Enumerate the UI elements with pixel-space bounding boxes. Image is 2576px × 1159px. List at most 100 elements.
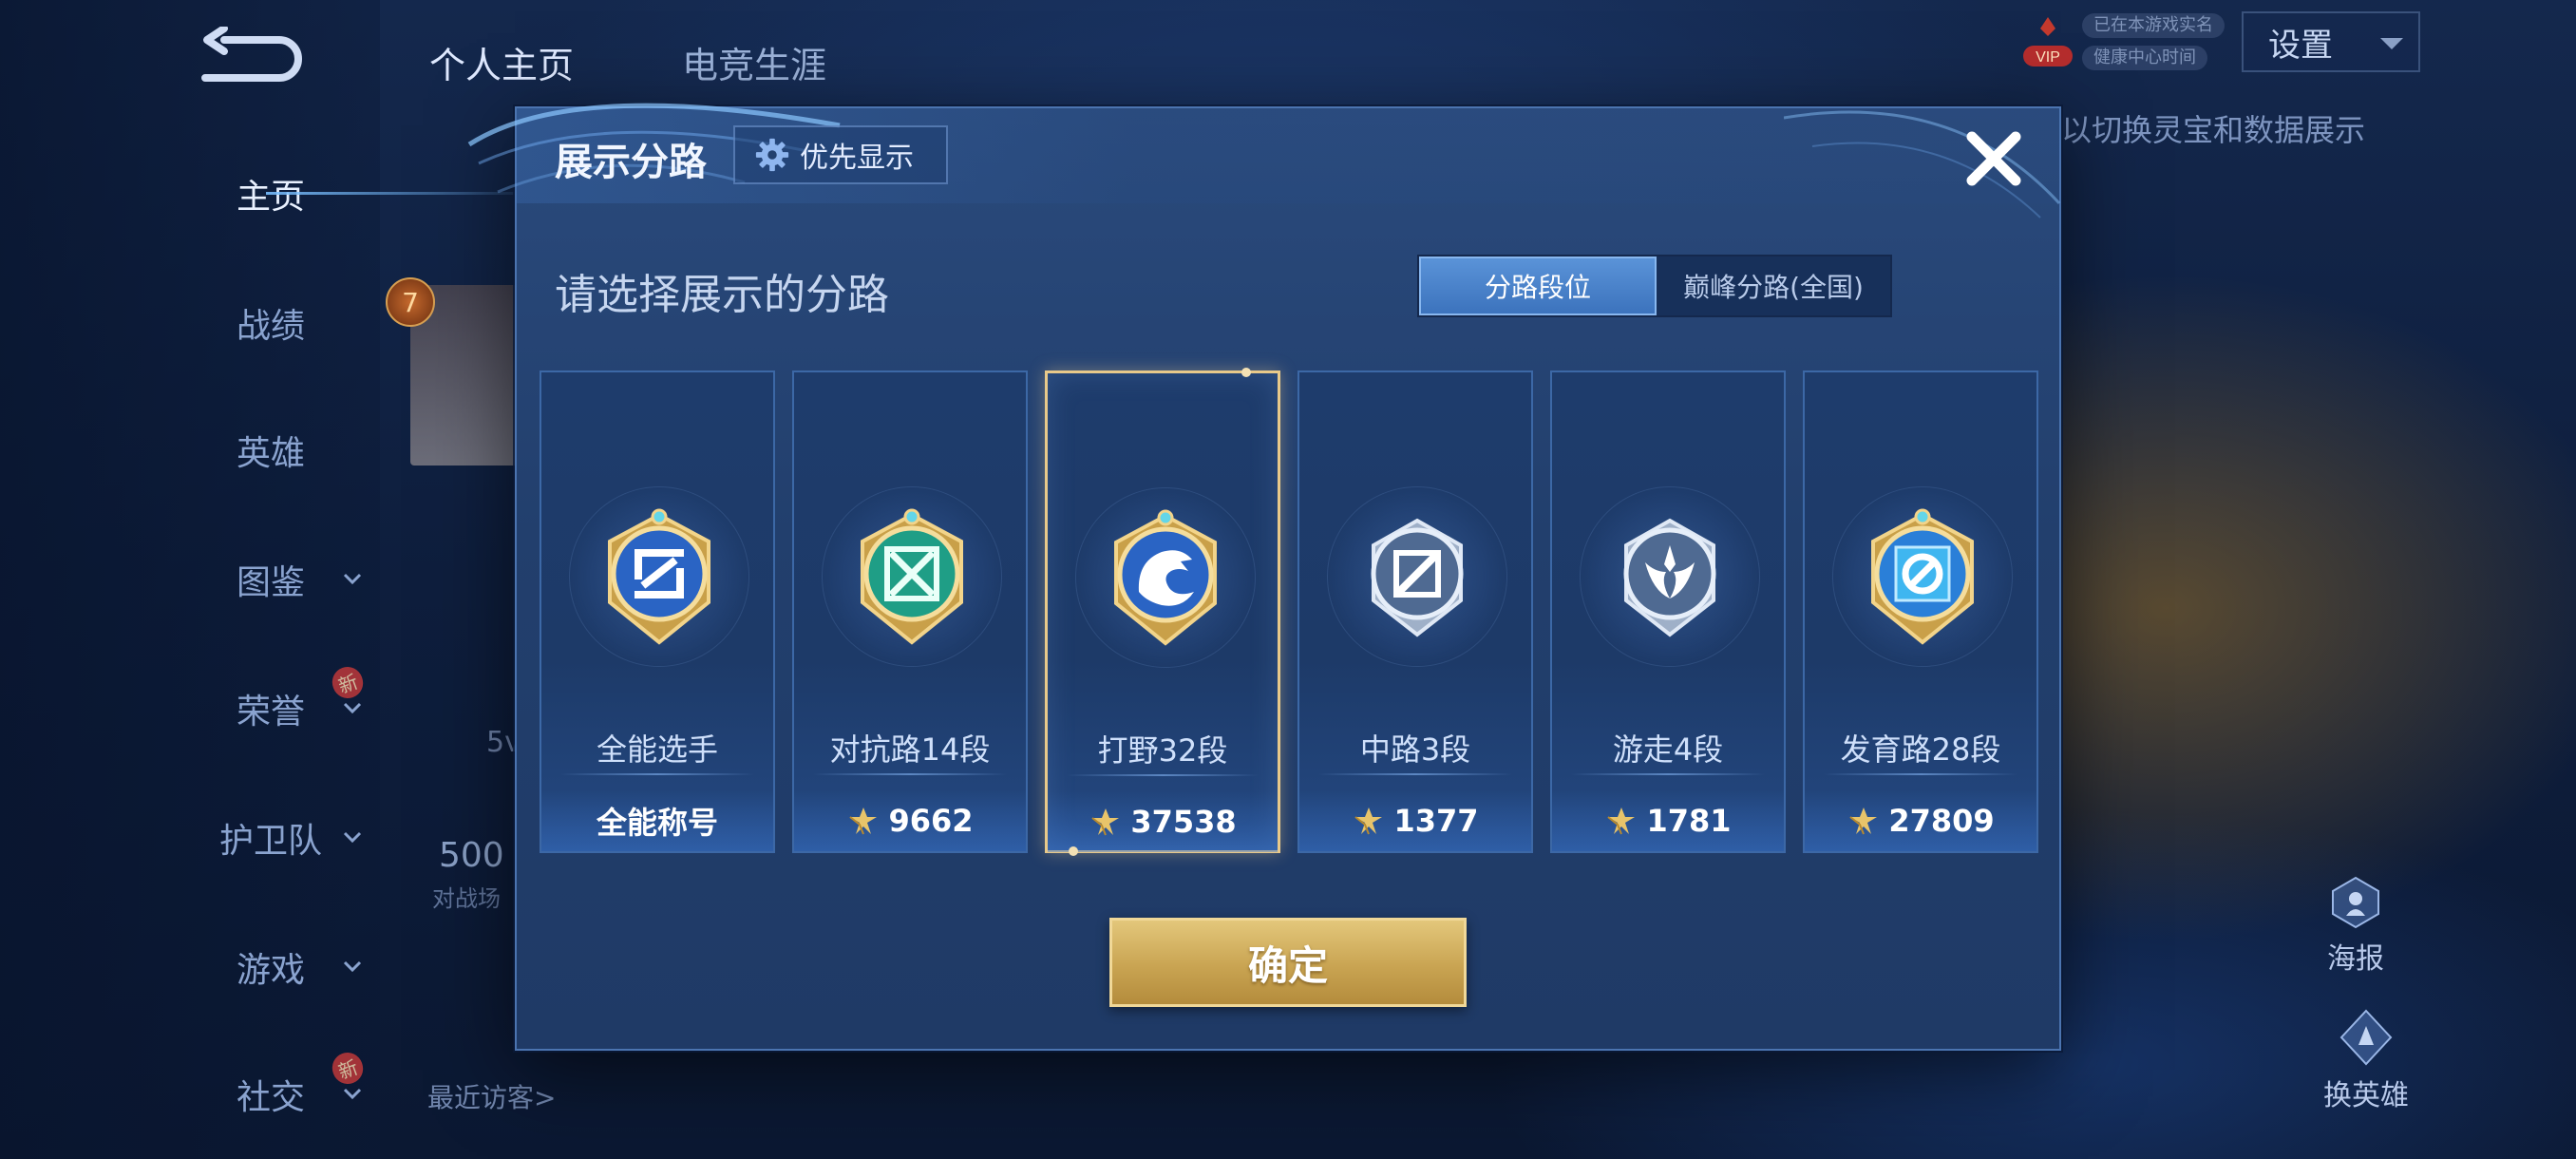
status-pill: 已在本游戏实名	[2082, 13, 2225, 38]
poster-label: 海报	[2327, 942, 2384, 976]
sidebar-item-label: 游戏	[236, 951, 305, 990]
chevron-down-icon	[343, 960, 362, 973]
lane-card-roam[interactable]: 游走4段 1781	[1550, 370, 1786, 853]
tab-peak-lane-national[interactable]: 巅峰分路(全国)	[1657, 256, 1890, 315]
lane-value-row: 37538	[1048, 791, 1278, 852]
points-icon	[1607, 808, 1636, 835]
sidebar-item-label: 图鉴	[236, 563, 305, 602]
sidebar-item-guard[interactable]: 护卫队	[171, 800, 370, 876]
sidebar-item-home[interactable]: 主页	[171, 156, 551, 232]
lane-value-row: 1377	[1299, 790, 1531, 851]
priority-display-button[interactable]: 优先显示	[733, 125, 948, 184]
dialog-subtitle: 请选择展示的分路	[555, 271, 889, 319]
divider	[1571, 773, 1765, 775]
lane-card-jungle[interactable]: 打野32段 37538	[1045, 368, 1280, 856]
clash-lane-badge-icon	[861, 508, 963, 645]
points-icon	[1849, 808, 1878, 835]
close-icon[interactable]	[1962, 127, 2025, 190]
sidebar-item-honor[interactable]: 荣誉 新	[171, 662, 370, 747]
selection-corner-dot	[1069, 846, 1078, 856]
lane-value: 1781	[1646, 803, 1732, 839]
divider	[813, 773, 1007, 775]
sidebar-item-label: 社交	[236, 1078, 305, 1117]
tab-lane-rank[interactable]: 分路段位	[1419, 256, 1657, 315]
switch-hero-label: 换英雄	[2323, 1079, 2409, 1112]
all-round-badge-icon	[608, 508, 710, 645]
chevron-down-icon	[343, 573, 362, 585]
divider	[1824, 773, 2017, 775]
points-icon	[849, 808, 878, 835]
back-arrow-icon[interactable]	[196, 27, 306, 91]
lane-name: 打野32段	[1097, 732, 1228, 769]
jungle-badge-icon	[1114, 509, 1217, 646]
lane-name: 发育路28段	[1840, 732, 2001, 768]
lane-value: 全能称号	[596, 805, 718, 841]
poster-icon	[2332, 876, 2379, 929]
divider	[1318, 773, 1512, 775]
segmented-control: 分路段位 巅峰分路(全国)	[1417, 255, 1892, 317]
sidebar-item-label: 荣誉	[236, 693, 305, 732]
tab-label: 分路段位	[1484, 272, 1591, 303]
hint-text: 以切换灵宝和数据展示	[2061, 112, 2366, 148]
sidebar-item-collection[interactable]: 图鉴	[171, 542, 370, 618]
gear-icon	[755, 138, 789, 172]
dialog-title: 展示分路	[555, 141, 707, 184]
switch-hero-button[interactable]: 换英雄	[2323, 1007, 2409, 1113]
lane-value: 27809	[1888, 803, 1995, 839]
divider	[560, 773, 754, 775]
lane-name: 中路3段	[1359, 732, 1471, 768]
level-badge: 7	[386, 277, 435, 327]
vip-icon[interactable]: VIP	[2021, 13, 2074, 70]
divider	[1067, 774, 1259, 776]
tab-label: 巅峰分路(全国)	[1683, 272, 1864, 303]
sidebar-item-game[interactable]: 游戏	[171, 929, 370, 1005]
priority-display-label: 优先显示	[800, 142, 914, 175]
chevron-down-icon	[343, 1088, 362, 1100]
sidebar-item-label: 主页	[236, 178, 305, 217]
lane-value: 9662	[888, 803, 974, 839]
lane-value: 1377	[1393, 803, 1479, 839]
sidebar-item-social[interactable]: 社交 新	[171, 1048, 370, 1132]
sidebar-item-heroes[interactable]: 英雄	[171, 412, 370, 488]
roam-badge-icon	[1623, 518, 1716, 637]
vip-label: VIP	[2036, 49, 2060, 66]
sidebar-item-label: 战绩	[236, 307, 305, 346]
lane-value: 37538	[1130, 804, 1237, 840]
lane-card-list: 全能选手 全能称号 对抗路14段 9662 打野32段 37538 中路3段 1…	[540, 368, 2040, 856]
tab-esports[interactable]: 电竞生涯	[682, 36, 826, 88]
selection-corner-dot	[1241, 368, 1251, 377]
sidebar-item-record[interactable]: 战绩	[171, 285, 370, 361]
poster-button[interactable]: 海报	[2327, 874, 2384, 977]
stat-value: 500	[439, 836, 504, 875]
confirm-button[interactable]: 确定	[1109, 918, 1467, 1007]
lane-name: 对抗路14段	[829, 732, 991, 768]
mid-lane-badge-icon	[1371, 518, 1464, 637]
lane-value-row: 全能称号	[541, 790, 773, 851]
lane-value-row: 27809	[1805, 790, 2036, 851]
lane-name: 游走4段	[1612, 732, 1724, 768]
settings-button[interactable]: 设置	[2242, 11, 2420, 72]
lane-card-mid[interactable]: 中路3段 1377	[1297, 370, 1533, 853]
confirm-label: 确定	[1247, 941, 1328, 989]
sidebar-item-label: 护卫队	[218, 822, 322, 861]
lane-name: 全能选手	[596, 732, 718, 768]
screen: 主页 战绩 英雄 图鉴 荣誉 新 护卫队 游戏 社交 新 个人主页 电竞生涯 V…	[0, 0, 2576, 1159]
decorative-swoosh-icon	[1784, 110, 2061, 218]
stat-caption: 对战场	[432, 885, 501, 912]
lane-card-clash[interactable]: 对抗路14段 9662	[792, 370, 1028, 853]
lane-card-all-round[interactable]: 全能选手 全能称号	[540, 370, 775, 853]
status-pill: 健康中心时间	[2082, 46, 2207, 70]
points-icon	[1354, 808, 1383, 835]
chevron-down-icon	[2380, 38, 2403, 49]
farm-lane-badge-icon	[1871, 508, 1974, 645]
sidebar: 主页 战绩 英雄 图鉴 荣誉 新 护卫队 游戏 社交 新	[0, 0, 551, 1159]
points-icon	[1091, 808, 1120, 836]
lane-value-row: 9662	[794, 790, 1026, 851]
lane-display-dialog: 展示分路 优先显示 请选择展示的分路 分路段位 巅峰分路(全国) 全能选手 全能…	[467, 103, 2061, 1051]
tab-profile[interactable]: 个人主页	[429, 36, 574, 88]
switch-hero-icon	[2339, 1009, 2393, 1066]
sidebar-item-label: 英雄	[236, 434, 305, 473]
lane-card-farm[interactable]: 发育路28段 27809	[1803, 370, 2038, 853]
recent-visitors-link[interactable]: 最近访客>	[427, 1077, 556, 1115]
chevron-down-icon	[343, 702, 362, 714]
